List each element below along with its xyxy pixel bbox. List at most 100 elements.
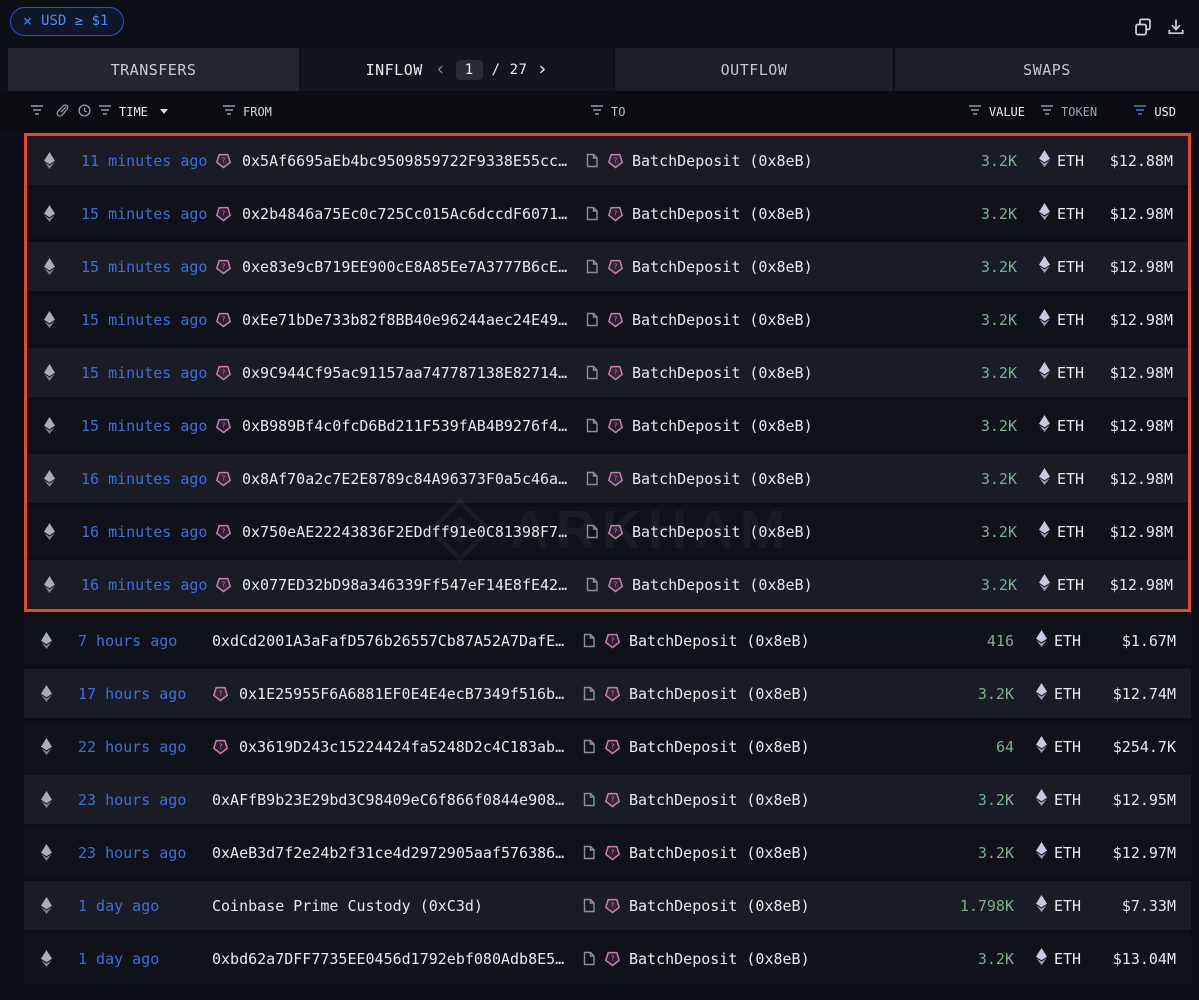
time-cell[interactable]: 15 minutes ago bbox=[71, 311, 215, 329]
time-cell[interactable]: 16 minutes ago bbox=[71, 576, 215, 594]
to-address[interactable]: BatchDeposit (0x8eB) bbox=[632, 152, 813, 170]
from-cell[interactable]: 0xAFfB9b23E29bd3C98409eC6f866f0844e908… bbox=[212, 791, 583, 809]
table-row[interactable]: 15 minutes ago 0xEe71bDe733b82f8BB40e962… bbox=[27, 295, 1188, 344]
table-row[interactable]: 16 minutes ago 0x8Af70a2c7E2E8789c84A963… bbox=[27, 454, 1188, 503]
from-cell[interactable]: 0x3619D243c15224424fa5248D2c4C183ab… bbox=[212, 738, 583, 756]
to-cell[interactable]: BatchDeposit (0x8eB) bbox=[583, 738, 913, 756]
sort-caret-icon[interactable] bbox=[159, 109, 168, 114]
from-address[interactable]: 0x750eAE22243836F2EDdff91e0C81398F7… bbox=[242, 523, 567, 541]
tab-outflow[interactable]: OUTFLOW bbox=[615, 48, 893, 91]
from-cell[interactable]: 0x750eAE22243836F2EDdff91e0C81398F7… bbox=[215, 523, 586, 541]
copy-icon[interactable] bbox=[1134, 18, 1152, 36]
from-cell[interactable]: 0xdCd2001A3aFafD576b26557Cb87A52A7DafE… bbox=[212, 632, 583, 650]
to-address[interactable]: BatchDeposit (0x8eB) bbox=[632, 417, 813, 435]
table-row[interactable]: 1 day ago 0xbd62a7DFF7735EE0456d1792ebf0… bbox=[24, 934, 1191, 983]
from-address[interactable]: 0x8Af70a2c7E2E8789c84A96373F0a5c46a… bbox=[242, 470, 567, 488]
from-cell[interactable]: 0x5Af6695aEb4bc9509859722F9338E55cc… bbox=[215, 152, 586, 170]
from-address[interactable]: 0xEe71bDe733b82f8BB40e96244aec24E49… bbox=[242, 311, 567, 329]
table-row[interactable]: 15 minutes ago 0x2b4846a75Ec0c725Cc015Ac… bbox=[27, 189, 1188, 238]
time-cell[interactable]: 1 day ago bbox=[68, 897, 212, 915]
to-cell[interactable]: BatchDeposit (0x8eB) bbox=[586, 152, 916, 170]
table-row[interactable]: 16 minutes ago 0x077ED32bD98a346339Ff547… bbox=[27, 560, 1188, 609]
to-cell[interactable]: BatchDeposit (0x8eB) bbox=[583, 685, 913, 703]
time-cell[interactable]: 11 minutes ago bbox=[71, 152, 215, 170]
table-row[interactable]: 17 hours ago 0x1E25955F6A6881EF0E4E4ecB7… bbox=[24, 669, 1191, 718]
from-cell[interactable]: 0xe83e9cB719EE900cE8A85Ee7A3777B6cE… bbox=[215, 258, 586, 276]
table-row[interactable]: 15 minutes ago 0xe83e9cB719EE900cE8A85Ee… bbox=[27, 242, 1188, 291]
to-cell[interactable]: BatchDeposit (0x8eB) bbox=[586, 205, 916, 223]
time-cell[interactable]: 16 minutes ago bbox=[71, 523, 215, 541]
to-cell[interactable]: BatchDeposit (0x8eB) bbox=[583, 950, 913, 968]
page-prev-icon[interactable]: ‹ bbox=[435, 60, 447, 79]
table-row[interactable]: 11 minutes ago 0x5Af6695aEb4bc9509859722… bbox=[27, 136, 1188, 185]
to-cell[interactable]: BatchDeposit (0x8eB) bbox=[586, 576, 916, 594]
from-cell[interactable]: 0x1E25955F6A6881EF0E4E4ecB7349f516b… bbox=[212, 685, 583, 703]
page-next-icon[interactable]: › bbox=[536, 60, 548, 79]
filter-icon[interactable] bbox=[30, 104, 44, 119]
col-header-usd[interactable]: USD bbox=[1154, 105, 1176, 119]
from-cell[interactable]: 0xEe71bDe733b82f8BB40e96244aec24E49… bbox=[215, 311, 586, 329]
to-address[interactable]: BatchDeposit (0x8eB) bbox=[632, 205, 813, 223]
time-cell[interactable]: 15 minutes ago bbox=[71, 258, 215, 276]
to-cell[interactable]: BatchDeposit (0x8eB) bbox=[586, 258, 916, 276]
to-cell[interactable]: BatchDeposit (0x8eB) bbox=[586, 364, 916, 382]
from-address[interactable]: Coinbase Prime Custody (0xC3d) bbox=[212, 897, 483, 915]
to-cell[interactable]: BatchDeposit (0x8eB) bbox=[586, 470, 916, 488]
time-cell[interactable]: 23 hours ago bbox=[68, 791, 212, 809]
table-row[interactable]: 23 hours ago 0xAeB3d7f2e24b2f31ce4d29729… bbox=[24, 828, 1191, 877]
token-filter-icon[interactable] bbox=[1040, 104, 1054, 119]
col-header-to[interactable]: TO bbox=[611, 105, 625, 119]
from-cell[interactable]: 0x9C944Cf95ac91157aa747787138E82714… bbox=[215, 364, 586, 382]
from-cell[interactable]: 0x2b4846a75Ec0c725Cc015Ac6dccdF6071… bbox=[215, 205, 586, 223]
tab-inflow[interactable]: INFLOW ‹ 1 / 27 › bbox=[301, 48, 613, 91]
to-address[interactable]: BatchDeposit (0x8eB) bbox=[629, 844, 810, 862]
from-address[interactable]: 0xbd62a7DFF7735EE0456d1792ebf080Adb8E5… bbox=[212, 950, 564, 968]
time-cell[interactable]: 7 hours ago bbox=[68, 632, 212, 650]
to-address[interactable]: BatchDeposit (0x8eB) bbox=[632, 470, 813, 488]
to-filter-icon[interactable] bbox=[590, 104, 604, 119]
time-cell[interactable]: 1 day ago bbox=[68, 950, 212, 968]
time-cell[interactable]: 17 hours ago bbox=[68, 685, 212, 703]
to-address[interactable]: BatchDeposit (0x8eB) bbox=[632, 364, 813, 382]
from-address[interactable]: 0x9C944Cf95ac91157aa747787138E82714… bbox=[242, 364, 567, 382]
from-address[interactable]: 0xdCd2001A3aFafD576b26557Cb87A52A7DafE… bbox=[212, 632, 564, 650]
to-address[interactable]: BatchDeposit (0x8eB) bbox=[632, 576, 813, 594]
usd-filter-icon[interactable] bbox=[1133, 104, 1148, 119]
to-address[interactable]: BatchDeposit (0x8eB) bbox=[629, 738, 810, 756]
from-filter-icon[interactable] bbox=[222, 104, 236, 119]
to-cell[interactable]: BatchDeposit (0x8eB) bbox=[583, 632, 913, 650]
from-cell[interactable]: 0x8Af70a2c7E2E8789c84A96373F0a5c46a… bbox=[215, 470, 586, 488]
to-cell[interactable]: BatchDeposit (0x8eB) bbox=[583, 897, 913, 915]
table-row[interactable]: 1 day ago Coinbase Prime Custody (0xC3d)… bbox=[24, 881, 1191, 930]
tab-transfers[interactable]: TRANSFERS bbox=[8, 48, 299, 91]
table-row[interactable]: 7 hours ago 0xdCd2001A3aFafD576b26557Cb8… bbox=[24, 616, 1191, 665]
to-address[interactable]: BatchDeposit (0x8eB) bbox=[629, 685, 810, 703]
table-row[interactable]: 16 minutes ago 0x750eAE22243836F2EDdff91… bbox=[27, 507, 1188, 556]
to-address[interactable]: BatchDeposit (0x8eB) bbox=[632, 311, 813, 329]
from-address[interactable]: 0xAFfB9b23E29bd3C98409eC6f866f0844e908… bbox=[212, 791, 564, 809]
to-cell[interactable]: BatchDeposit (0x8eB) bbox=[583, 791, 913, 809]
table-row[interactable]: 15 minutes ago 0xB989Bf4c0fcD6Bd211F539f… bbox=[27, 401, 1188, 450]
remove-filter-icon[interactable]: × bbox=[23, 13, 32, 29]
value-filter-icon[interactable] bbox=[968, 104, 982, 119]
time-cell[interactable]: 23 hours ago bbox=[68, 844, 212, 862]
to-address[interactable]: BatchDeposit (0x8eB) bbox=[629, 791, 810, 809]
to-cell[interactable]: BatchDeposit (0x8eB) bbox=[586, 417, 916, 435]
col-header-token[interactable]: TOKEN bbox=[1061, 105, 1097, 119]
tab-swaps[interactable]: SWAPS bbox=[895, 48, 1199, 91]
from-address[interactable]: 0x1E25955F6A6881EF0E4E4ecB7349f516b… bbox=[239, 685, 564, 703]
col-header-time[interactable]: TIME bbox=[119, 105, 148, 119]
from-cell[interactable]: 0xbd62a7DFF7735EE0456d1792ebf080Adb8E5… bbox=[212, 950, 583, 968]
from-cell[interactable]: 0x077ED32bD98a346339Ff547eF14E8fE42… bbox=[215, 576, 586, 594]
download-icon[interactable] bbox=[1167, 18, 1185, 36]
from-cell[interactable]: Coinbase Prime Custody (0xC3d) bbox=[212, 897, 583, 915]
time-cell[interactable]: 15 minutes ago bbox=[71, 364, 215, 382]
time-cell[interactable]: 22 hours ago bbox=[68, 738, 212, 756]
from-address[interactable]: 0xB989Bf4c0fcD6Bd211F539fAB4B9276f4… bbox=[242, 417, 567, 435]
to-cell[interactable]: BatchDeposit (0x8eB) bbox=[586, 311, 916, 329]
to-address[interactable]: BatchDeposit (0x8eB) bbox=[632, 523, 813, 541]
to-address[interactable]: BatchDeposit (0x8eB) bbox=[632, 258, 813, 276]
to-cell[interactable]: BatchDeposit (0x8eB) bbox=[583, 844, 913, 862]
from-address[interactable]: 0x077ED32bD98a346339Ff547eF14E8fE42… bbox=[242, 576, 567, 594]
from-address[interactable]: 0x3619D243c15224424fa5248D2c4C183ab… bbox=[239, 738, 564, 756]
